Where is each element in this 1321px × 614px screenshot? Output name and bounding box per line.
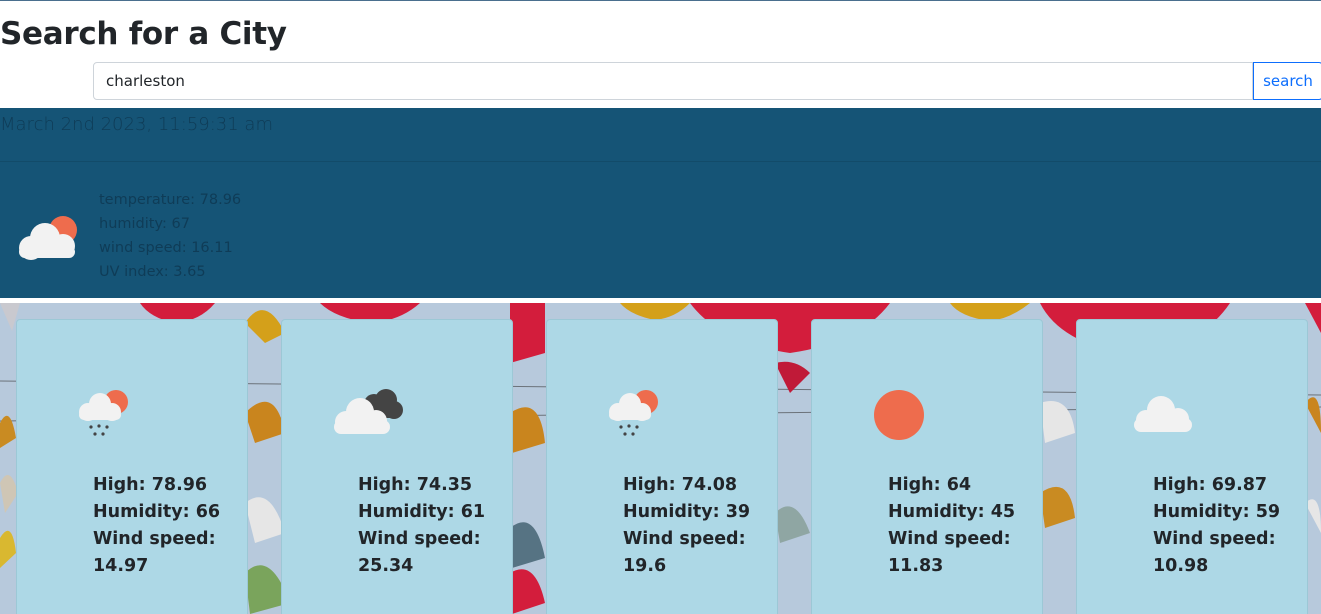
forecast-card-text: High: 74.08 Humidity: 39 Wind speed: 19.… <box>623 472 773 580</box>
current-weather-panel: March 2nd 2023, 11:59:31 am temperature:… <box>0 108 1321 298</box>
forecast-high: High: 69.87 <box>1153 475 1268 495</box>
forecast-high: High: 74.35 <box>358 475 473 495</box>
forecast-card: High: 74.08 Humidity: 39 Wind speed: 19.… <box>546 319 778 614</box>
forecast-wind-value: 11.83 <box>888 556 944 576</box>
current-uv-index: UV index: 3.65 <box>99 264 206 280</box>
forecast-wind-label: Wind speed: <box>888 529 1011 549</box>
forecast-humidity: Humidity: 45 <box>888 502 1016 522</box>
divider <box>0 161 1321 162</box>
forecast-card-text: High: 78.96 Humidity: 66 Wind speed: 14.… <box>93 472 243 580</box>
forecast-card: High: 64 Humidity: 45 Wind speed: 11.83 <box>811 319 1043 614</box>
forecast-section: High: 78.96 Humidity: 66 Wind speed: 14.… <box>0 303 1321 614</box>
forecast-card: High: 69.87 Humidity: 59 Wind speed: 10.… <box>1076 319 1308 614</box>
forecast-card-text: High: 74.35 Humidity: 61 Wind speed: 25.… <box>358 472 508 580</box>
forecast-card: High: 78.96 Humidity: 66 Wind speed: 14.… <box>16 319 248 614</box>
current-temperature: temperature: 78.96 <box>99 192 242 208</box>
forecast-humidity: Humidity: 66 <box>93 502 221 522</box>
forecast-wind-value: 14.97 <box>93 556 149 576</box>
rain-sun-icon <box>79 390 128 436</box>
search-input[interactable] <box>93 62 1253 100</box>
forecast-humidity: Humidity: 61 <box>358 502 486 522</box>
current-wind-speed: wind speed: 16.11 <box>99 240 233 256</box>
top-border <box>0 0 1321 1</box>
forecast-wind-label: Wind speed: <box>93 529 216 549</box>
cloudy-icon <box>334 389 403 434</box>
forecast-high: High: 78.96 <box>93 475 208 495</box>
forecast-high: High: 64 <box>888 475 972 495</box>
search-button[interactable]: search <box>1253 62 1321 100</box>
forecast-wind-label: Wind speed: <box>358 529 481 549</box>
cloud-sun-icon <box>19 216 77 260</box>
current-humidity: humidity: 67 <box>99 216 190 232</box>
forecast-high: High: 74.08 <box>623 475 738 495</box>
forecast-wind-label: Wind speed: <box>1153 529 1276 549</box>
rain-sun-icon <box>609 390 658 436</box>
forecast-card-text: High: 69.87 Humidity: 59 Wind speed: 10.… <box>1153 472 1303 580</box>
forecast-wind-label: Wind speed: <box>623 529 746 549</box>
cloud-icon <box>1134 396 1192 432</box>
forecast-wind-value: 10.98 <box>1153 556 1209 576</box>
forecast-wind-value: 19.6 <box>623 556 667 576</box>
forecast-humidity: Humidity: 59 <box>1153 502 1281 522</box>
forecast-humidity: Humidity: 39 <box>623 502 751 522</box>
current-stats: temperature: 78.96 humidity: 67 wind spe… <box>99 188 241 284</box>
forecast-card-text: High: 64 Humidity: 45 Wind speed: 11.83 <box>888 472 1038 580</box>
forecast-wind-value: 25.34 <box>358 556 414 576</box>
sun-icon <box>874 390 924 440</box>
current-date: March 2nd 2023, 11:59:31 am <box>0 114 273 135</box>
forecast-card: High: 74.35 Humidity: 61 Wind speed: 25.… <box>281 319 513 614</box>
page-title: Search for a City <box>0 16 287 52</box>
